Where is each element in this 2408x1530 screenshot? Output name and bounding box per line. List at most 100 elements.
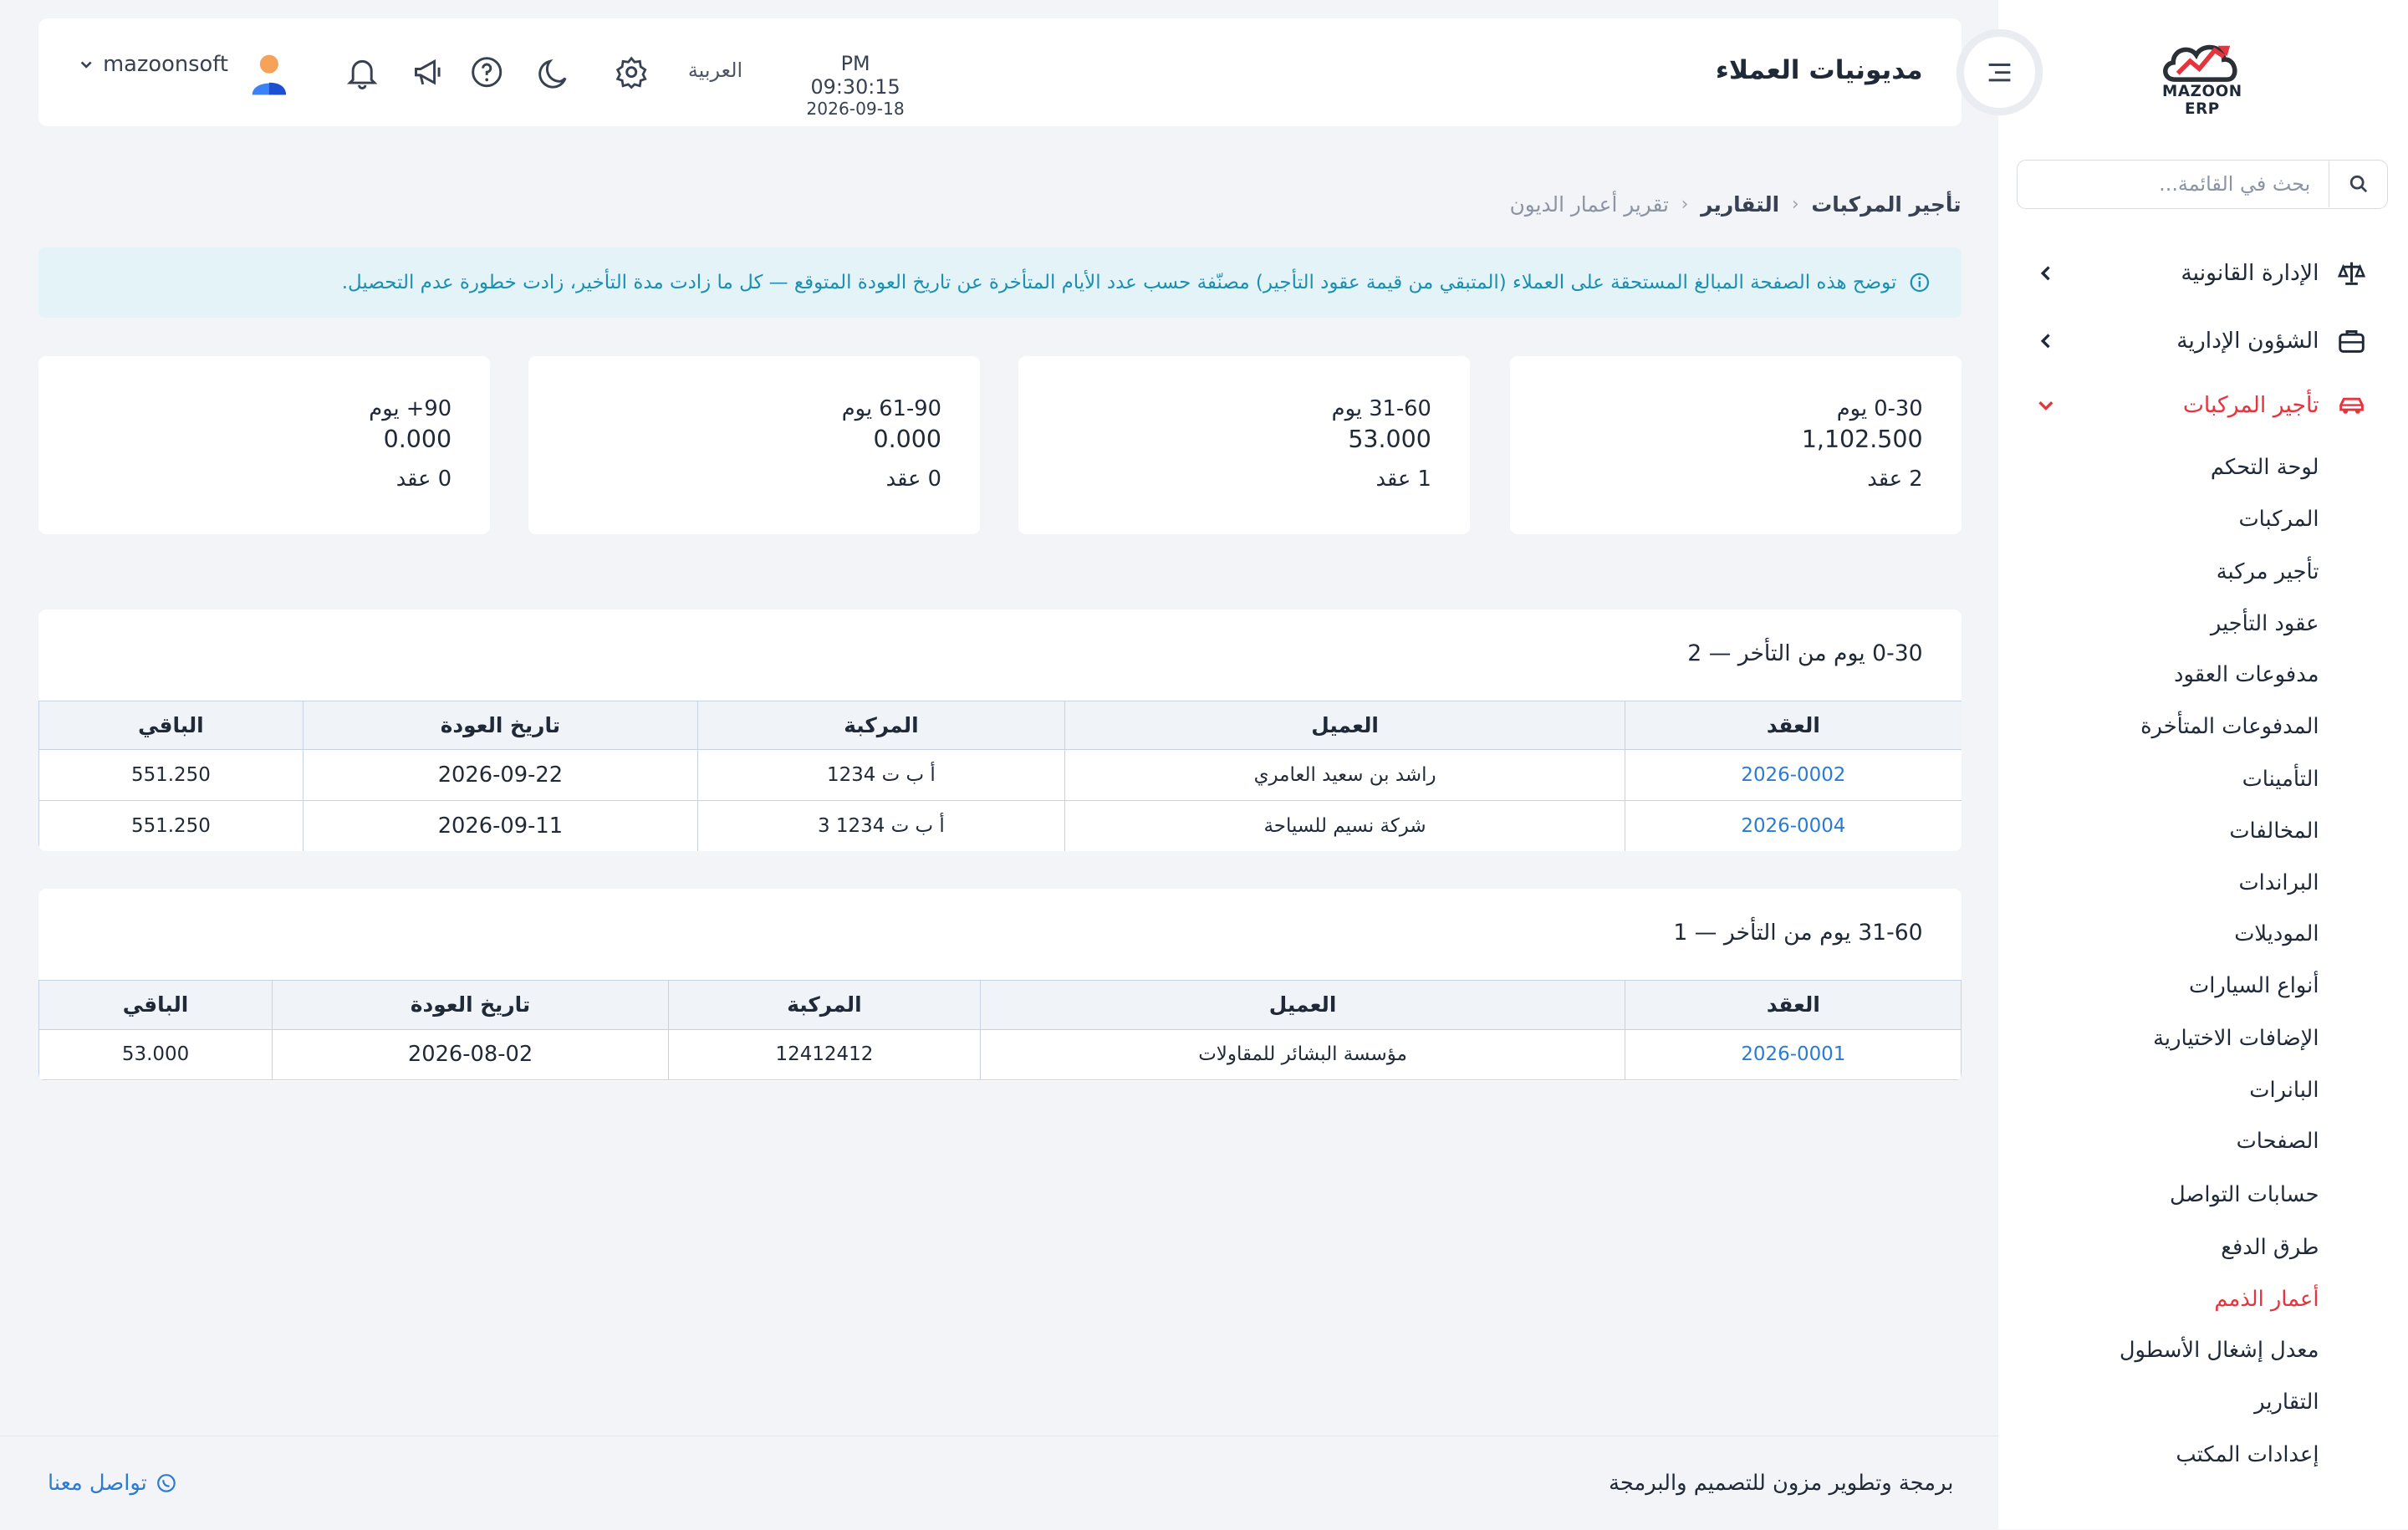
aging-table: العقد العميل المركبة تاريخ العودة الباقي…: [38, 700, 1962, 851]
table-row: 2026-0002 راشد بن سعيد العامري أ ب ت 123…: [38, 749, 1962, 801]
whatsapp-icon: [156, 1473, 176, 1492]
return-date-cell: 2026-09-22: [302, 749, 698, 801]
customer-cell: راشد بن سعيد العامري: [1064, 749, 1626, 801]
sidebar-item-fleet-occupancy[interactable]: معدل إشغال الأسطول: [2120, 1338, 2319, 1363]
aging-section-0-30: 0-30 يوم من التأخر — 2 العقد العميل المر…: [38, 609, 1962, 851]
help-icon[interactable]: [470, 55, 503, 89]
sidebar-item-banners[interactable]: البانرات: [2249, 1078, 2319, 1103]
section-title: 0-30 يوم من التأخر — 2: [1687, 640, 1923, 666]
car-icon: [2339, 398, 2364, 415]
stat-count: 1 عقد: [1375, 467, 1431, 492]
chevron-left-icon: [2040, 266, 2050, 281]
sidebar-item-car-types[interactable]: أنواع السيارات: [2189, 973, 2319, 998]
vehicle-cell: 12412412: [668, 1028, 981, 1081]
contract-link[interactable]: 2026-0001: [1625, 1028, 1962, 1081]
stat-value: 0.000: [383, 425, 452, 453]
sidebar-search: [2016, 160, 2389, 209]
sidebar-item-dashboard[interactable]: لوحة التحكم: [2211, 455, 2319, 480]
remaining-cell: 53.000: [38, 1028, 273, 1081]
stat-value: 0.000: [873, 425, 941, 453]
sidebar-item-social-accounts[interactable]: حسابات التواصل: [2170, 1182, 2319, 1207]
info-alert-text: توضح هذه الصفحة المبالغ المستحقة على الع…: [341, 271, 1897, 293]
vehicle-cell: أ ب ت 1234: [696, 749, 1065, 801]
gear-icon[interactable]: [615, 55, 648, 89]
stat-card-0-30: 0-30 يوم 1,102.500 2 عقد: [1509, 356, 1962, 535]
sidebar-item-insurances[interactable]: التأمينات: [2242, 767, 2319, 792]
megaphone-icon[interactable]: [411, 55, 445, 89]
sidebar-item-late-payments[interactable]: المدفوعات المتأخرة: [2140, 714, 2319, 739]
section-title: 31-60 يوم من التأخر — 1: [1673, 920, 1923, 946]
stat-count: 2 عقد: [1867, 467, 1923, 492]
clock-date: 2026-09-18: [806, 99, 905, 120]
column-header-vehicle: المركبة: [696, 700, 1065, 751]
column-header-contract: العقد: [1625, 979, 1962, 1030]
remaining-cell: 551.250: [38, 799, 304, 851]
sidebar-group-vehicle-rental[interactable]: تأجير المركبات: [1998, 378, 2408, 433]
sidebar-item-pages[interactable]: الصفحات: [2237, 1129, 2319, 1154]
table-header-row: العقد العميل المركبة تاريخ العودة الباقي: [38, 979, 1962, 1030]
sidebar-item-rental-contracts[interactable]: عقود التأجير: [2211, 611, 2319, 636]
column-header-customer: العميل: [1064, 700, 1626, 751]
info-icon: [1910, 273, 1930, 293]
info-alert: توضح هذه الصفحة المبالغ المستحقة على الع…: [38, 247, 1962, 319]
sidebar-item-contract-payments[interactable]: مدفوعات العقود: [2174, 662, 2319, 687]
column-header-customer: العميل: [979, 979, 1626, 1030]
column-header-return-date: تاريخ العودة: [272, 979, 669, 1030]
mazoon-logo[interactable]: MAZOON ERP: [2147, 33, 2258, 118]
logo-text: MAZOON ERP: [2162, 83, 2242, 119]
avatar[interactable]: [249, 52, 289, 95]
sidebar-group-legal[interactable]: الإدارة القانونية: [1998, 246, 2408, 301]
sidebar-item-payment-methods[interactable]: طرق الدفع: [2221, 1235, 2319, 1260]
sidebar-item-brands[interactable]: البراندات: [2238, 870, 2319, 895]
sidebar-item-reports[interactable]: التقارير: [2254, 1390, 2319, 1415]
contact-us-link[interactable]: تواصل معنا: [48, 1471, 176, 1496]
chevron-down-icon: [80, 61, 92, 69]
contract-link[interactable]: 2026-0004: [1625, 799, 1962, 851]
breadcrumb-current: تقرير أعمار الديون: [1509, 191, 1669, 217]
menu-toggle-button[interactable]: [1964, 37, 2035, 108]
footer-credit: برمجة وتطوير مزون للتصميم والبرمجة: [1609, 1471, 1953, 1496]
user-menu[interactable]: mazoonsoft: [79, 52, 228, 77]
breadcrumb-reports[interactable]: التقارير: [1701, 192, 1779, 217]
stat-label: 31-60 يوم: [1331, 395, 1431, 421]
contact-us-label: تواصل معنا: [48, 1470, 147, 1496]
sidebar-item-violations[interactable]: المخالفات: [2229, 819, 2319, 844]
sidebar-item-rent-vehicle[interactable]: تأجير مركبة: [2217, 559, 2319, 584]
sidebar-group-label: الإدارة القانونية: [2181, 260, 2319, 287]
table-header-row: العقد العميل المركبة تاريخ العودة الباقي: [38, 700, 1962, 751]
sidebar-item-vehicles[interactable]: المركبات: [2238, 507, 2319, 532]
search-icon[interactable]: [2329, 161, 2387, 207]
scale-icon: [2337, 263, 2365, 286]
aging-section-31-60: 31-60 يوم من التأخر — 1 العقد العميل الم…: [38, 889, 1962, 1082]
moon-icon[interactable]: [538, 55, 571, 89]
column-header-vehicle: المركبة: [668, 979, 981, 1030]
bell-icon[interactable]: [345, 55, 379, 89]
sidebar-item-optional-extras[interactable]: الإضافات الاختيارية: [2153, 1026, 2319, 1051]
sidebar-item-models[interactable]: الموديلات: [2234, 921, 2319, 946]
stat-value: 53.000: [1348, 425, 1431, 453]
customer-cell: مؤسسة البشائر للمقاولات: [979, 1028, 1626, 1081]
chevron-down-icon: [2038, 401, 2053, 411]
contract-link[interactable]: 2026-0002: [1625, 749, 1962, 801]
sidebar-group-label: تأجير المركبات: [2182, 392, 2319, 419]
stat-card-90-plus: 90+ يوم 0.000 0 عقد: [38, 356, 490, 535]
stat-label: 0-30 يوم: [1836, 395, 1923, 421]
footer: برمجة وتطوير مزون للتصميم والبرمجة تواصل…: [0, 1436, 1998, 1529]
column-header-contract: العقد: [1625, 700, 1962, 751]
briefcase-icon: [2338, 330, 2365, 354]
breadcrumb-vehicle-rental[interactable]: تأجير المركبات: [1811, 192, 1961, 217]
language-switch[interactable]: العربية: [688, 59, 742, 82]
sidebar-search-input[interactable]: [2017, 162, 2329, 207]
stat-card-31-60: 31-60 يوم 53.000 1 عقد: [1018, 356, 1470, 535]
footer-brand-link[interactable]: مزون للتصميم والبرمجة: [1609, 1471, 1822, 1496]
sidebar-item-office-settings[interactable]: إعدادات المكتب: [2176, 1442, 2319, 1467]
stat-label: 61-90 يوم: [841, 395, 941, 421]
stat-count: 0 عقد: [885, 467, 941, 492]
sidebar-group-admin[interactable]: الشؤون الإدارية: [1998, 314, 2408, 369]
breadcrumb-separator-icon: ‹: [1681, 193, 1689, 215]
chevron-left-icon: [2040, 334, 2050, 349]
stat-value: 1,102.500: [1801, 425, 1923, 453]
logo-cloud-icon: [2162, 45, 2237, 83]
stat-count: 0 عقد: [395, 467, 452, 492]
sidebar-item-receivables-aging[interactable]: أعمار الذمم: [2214, 1287, 2319, 1312]
